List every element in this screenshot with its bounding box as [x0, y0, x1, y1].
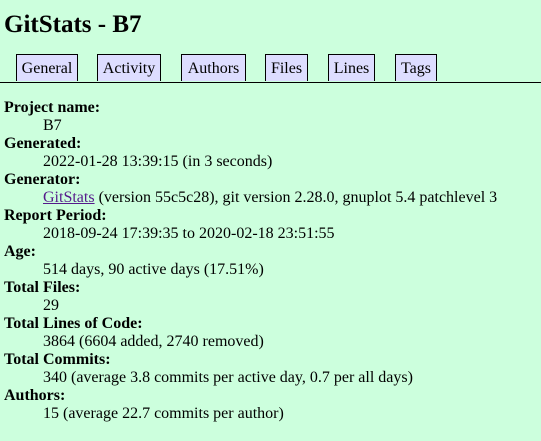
tab-activity[interactable]: Activity — [97, 54, 161, 81]
project-name-label: Project name: — [4, 99, 101, 116]
total-files-value: 29 — [43, 297, 59, 314]
generator-value: GitStats (version 55c5c28), git version … — [43, 189, 534, 207]
generated-value: 2022-01-28 13:39:15 (in 3 seconds) — [43, 153, 273, 170]
tab-general-label: General — [21, 60, 73, 77]
nav-tabs: General Activity Authors Files Lines Tag… — [0, 54, 541, 83]
detail-generated: Generated: 2022-01-28 13:39:15 (in 3 sec… — [4, 135, 534, 171]
tab-tags-label: Tags — [401, 60, 431, 77]
tab-tags[interactable]: Tags — [395, 54, 437, 81]
report-period-label: Report Period: — [4, 207, 107, 224]
detail-authors: Authors: 15 (average 22.7 commits per au… — [4, 387, 534, 423]
tab-general[interactable]: General — [16, 54, 78, 81]
total-lines-label: Total Lines of Code: — [4, 315, 143, 332]
generated-label: Generated: — [4, 135, 82, 152]
total-commits-label: Total Commits: — [4, 351, 111, 368]
detail-total-lines: Total Lines of Code: 3864 (6604 added, 2… — [4, 315, 534, 351]
page-title: GitStats - B7 — [4, 11, 142, 38]
authors-label: Authors: — [4, 387, 66, 404]
tab-authors-label: Authors — [187, 60, 240, 77]
detail-report-period: Report Period: 2018-09-24 17:39:35 to 20… — [4, 207, 534, 243]
detail-generator: Generator: GitStats (version 55c5c28), g… — [4, 171, 534, 207]
detail-project-name: Project name: B7 — [4, 99, 534, 135]
tab-files-label: Files — [270, 60, 303, 77]
gitstats-link[interactable]: GitStats — [43, 189, 95, 206]
age-value: 514 days, 90 active days (17.51%) — [43, 261, 264, 278]
authors-value: 15 (average 22.7 commits per author) — [43, 405, 284, 422]
age-label: Age: — [4, 243, 36, 260]
detail-total-commits: Total Commits: 340 (average 3.8 commits … — [4, 351, 534, 387]
generator-version-text: (version 55c5c28), git version 2.28.0, g… — [94, 189, 498, 206]
total-commits-value: 340 (average 3.8 commits per active day,… — [43, 369, 413, 386]
tab-authors[interactable]: Authors — [181, 54, 246, 81]
tab-activity-label: Activity — [102, 60, 156, 77]
detail-age: Age: 514 days, 90 active days (17.51%) — [4, 243, 534, 279]
tab-lines-label: Lines — [333, 60, 370, 77]
total-lines-value: 3864 (6604 added, 2740 removed) — [43, 333, 264, 350]
report-period-value: 2018-09-24 17:39:35 to 2020-02-18 23:51:… — [43, 225, 335, 242]
project-name-value: B7 — [43, 117, 62, 134]
generator-label: Generator: — [4, 171, 81, 188]
tab-files[interactable]: Files — [265, 54, 308, 81]
general-details-list: Project name: B7 Generated: 2022-01-28 1… — [4, 99, 534, 423]
total-files-label: Total Files: — [4, 279, 81, 296]
detail-total-files: Total Files: 29 — [4, 279, 534, 315]
tab-lines[interactable]: Lines — [328, 54, 375, 81]
